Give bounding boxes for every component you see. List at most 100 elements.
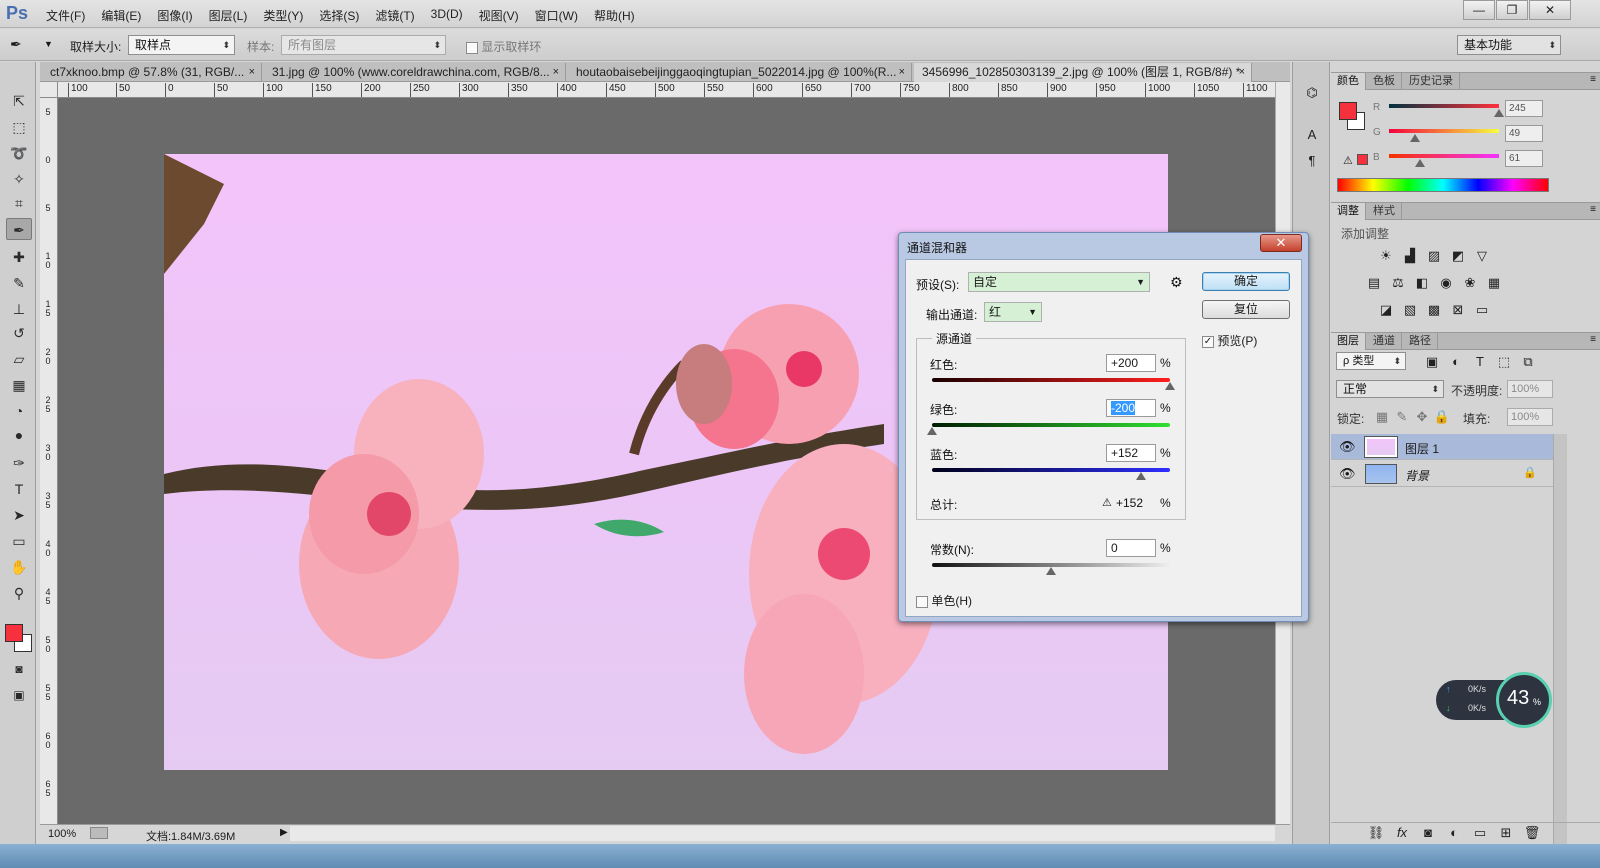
- sample-size-select[interactable]: 取样点 ⬍: [128, 35, 235, 55]
- warning-icon[interactable]: ⚠: [1343, 154, 1353, 167]
- foreground-color-swatch[interactable]: [5, 624, 23, 642]
- sample-select[interactable]: 所有图层 ⬍: [281, 35, 446, 55]
- new-layer-icon[interactable]: ⊞: [1497, 826, 1515, 840]
- paragraph-panel-icon[interactable]: ¶: [1303, 154, 1321, 168]
- lock-paint-icon[interactable]: ✎: [1393, 410, 1411, 424]
- tool-preset-dropdown-icon[interactable]: ▼: [44, 39, 53, 49]
- minimize-button[interactable]: —: [1463, 0, 1495, 20]
- lock-all-icon[interactable]: 🔒: [1433, 410, 1451, 424]
- tab-doc-4-active[interactable]: 3456996_102850303139_2.jpg @ 100% (图层 1,…: [914, 63, 1252, 82]
- crop-tool-icon[interactable]: ⌗: [6, 192, 32, 214]
- menu-file[interactable]: 文件(F): [46, 7, 85, 24]
- close-icon[interactable]: ×: [249, 63, 255, 81]
- tab-paths[interactable]: 路径: [1403, 333, 1438, 350]
- eye-icon[interactable]: 👁: [1339, 466, 1356, 482]
- panel-menu-icon[interactable]: ≡: [1590, 204, 1596, 215]
- layer-filter-select[interactable]: ρ 类型 ⬍: [1336, 352, 1406, 370]
- gradient-map-icon[interactable]: ▭: [1473, 303, 1491, 317]
- blue-source-thumb[interactable]: [1136, 472, 1147, 480]
- constant-input[interactable]: 0: [1106, 539, 1156, 557]
- horizontal-scrollbar[interactable]: [290, 826, 1275, 841]
- menu-filter[interactable]: 滤镜(T): [375, 7, 414, 24]
- menu-image[interactable]: 图像(I): [157, 7, 192, 24]
- blend-mode-select[interactable]: 正常 ⬍: [1336, 380, 1444, 398]
- status-menu-arrow-icon[interactable]: ▶: [280, 827, 288, 838]
- ok-button[interactable]: 确定: [1202, 272, 1290, 291]
- gamut-color-swatch[interactable]: [1357, 154, 1368, 165]
- tab-adjustments[interactable]: 调整: [1331, 203, 1366, 220]
- menu-3d[interactable]: 3D(D): [431, 7, 463, 24]
- marquee-tool-icon[interactable]: ⬚: [6, 116, 32, 138]
- history-brush-tool-icon[interactable]: ↺: [6, 322, 32, 344]
- tab-color[interactable]: 颜色: [1331, 73, 1366, 90]
- lock-transparent-icon[interactable]: ▦: [1373, 410, 1391, 424]
- tab-doc-1[interactable]: ct7xknoo.bmp @ 57.8% (31, RGB/... ×: [42, 63, 262, 82]
- filter-smart-icon[interactable]: ⧉: [1519, 355, 1537, 369]
- eye-icon[interactable]: 👁: [1339, 439, 1356, 455]
- properties-icon[interactable]: ⌬: [1303, 86, 1321, 100]
- monochrome-option[interactable]: 单色(H): [916, 592, 972, 609]
- type-tool-icon[interactable]: T: [6, 478, 32, 500]
- eraser-tool-icon[interactable]: ▱: [6, 348, 32, 370]
- panel-menu-icon[interactable]: ≡: [1590, 334, 1596, 345]
- brightness-icon[interactable]: ☀: [1377, 249, 1395, 263]
- red-thumb[interactable]: [1494, 109, 1504, 117]
- add-mask-icon[interactable]: ◙: [1419, 826, 1437, 840]
- green-source-thumb[interactable]: [927, 427, 937, 435]
- tab-history[interactable]: 历史记录: [1403, 73, 1460, 90]
- tab-doc-3[interactable]: houtaobaisebeijinggaoqingtupian_5022014.…: [568, 63, 912, 82]
- foreground-color-swatch[interactable]: [1339, 102, 1357, 120]
- close-icon[interactable]: ×: [899, 63, 905, 81]
- fill-input[interactable]: 100%: [1507, 408, 1553, 426]
- filter-shape-icon[interactable]: ⬚: [1495, 355, 1513, 369]
- screen-mode-icon[interactable]: ▣: [6, 684, 32, 706]
- color-balance-icon[interactable]: ⚖: [1389, 276, 1407, 290]
- menu-type[interactable]: 类型(Y): [263, 7, 303, 24]
- show-ring-checkbox[interactable]: [466, 41, 478, 54]
- tab-swatches[interactable]: 色板: [1367, 73, 1402, 90]
- color-spectrum-bar[interactable]: [1337, 178, 1549, 192]
- g-value[interactable]: 49: [1505, 125, 1543, 142]
- healing-brush-tool-icon[interactable]: ✚: [6, 246, 32, 268]
- tab-styles[interactable]: 样式: [1367, 203, 1402, 220]
- color-lookup-icon[interactable]: ▦: [1485, 276, 1503, 290]
- path-select-tool-icon[interactable]: ➤: [6, 504, 32, 526]
- black-white-icon[interactable]: ◧: [1413, 276, 1431, 290]
- blur-tool-icon[interactable]: ◔: [6, 400, 32, 422]
- blue-thumb[interactable]: [1415, 159, 1425, 167]
- eyedropper-tool-icon[interactable]: ✒: [6, 218, 32, 240]
- menu-window[interactable]: 窗口(W): [535, 7, 578, 24]
- move-tool-icon[interactable]: ⇱: [6, 90, 32, 112]
- quick-mask-icon[interactable]: ◙: [6, 658, 32, 680]
- dialog-close-button[interactable]: ✕: [1260, 234, 1302, 252]
- trash-icon[interactable]: 🗑: [1523, 826, 1541, 840]
- menu-layer[interactable]: 图层(L): [209, 7, 248, 24]
- status-icon[interactable]: [90, 827, 108, 839]
- layer-name[interactable]: 图层 1: [1405, 440, 1439, 457]
- panel-menu-icon[interactable]: ≡: [1590, 74, 1596, 85]
- shape-tool-icon[interactable]: ▭: [6, 530, 32, 552]
- red-slider[interactable]: [1389, 104, 1499, 108]
- hand-tool-icon[interactable]: ✋: [6, 556, 32, 578]
- output-channel-select[interactable]: 红 ▼: [984, 302, 1042, 322]
- opacity-input[interactable]: 100%: [1507, 380, 1553, 398]
- menu-view[interactable]: 视图(V): [479, 7, 519, 24]
- invert-icon[interactable]: ◪: [1377, 303, 1395, 317]
- menu-edit[interactable]: 编辑(E): [101, 7, 141, 24]
- brush-tool-icon[interactable]: ✎: [6, 272, 32, 294]
- reset-button[interactable]: 复位: [1202, 300, 1290, 319]
- filter-type-icon[interactable]: T: [1471, 355, 1489, 369]
- posterize-icon[interactable]: ▧: [1401, 303, 1419, 317]
- curves-icon[interactable]: ▨: [1425, 249, 1443, 263]
- layer-row-selected[interactable]: 👁 图层 1: [1331, 434, 1553, 460]
- tab-layers[interactable]: 图层: [1331, 333, 1366, 350]
- layer-row[interactable]: 👁 背景 🔒: [1331, 461, 1553, 487]
- photo-filter-icon[interactable]: ◉: [1437, 276, 1455, 290]
- show-ring-option[interactable]: 显示取样环: [466, 38, 541, 55]
- layer-name[interactable]: 背景: [1405, 467, 1429, 484]
- restore-button[interactable]: ❐: [1496, 0, 1528, 20]
- selective-color-icon[interactable]: ⊠: [1449, 303, 1467, 317]
- blue-source-slider[interactable]: [932, 468, 1170, 472]
- green-slider[interactable]: [1389, 129, 1499, 133]
- hue-saturation-icon[interactable]: ▤: [1365, 276, 1383, 290]
